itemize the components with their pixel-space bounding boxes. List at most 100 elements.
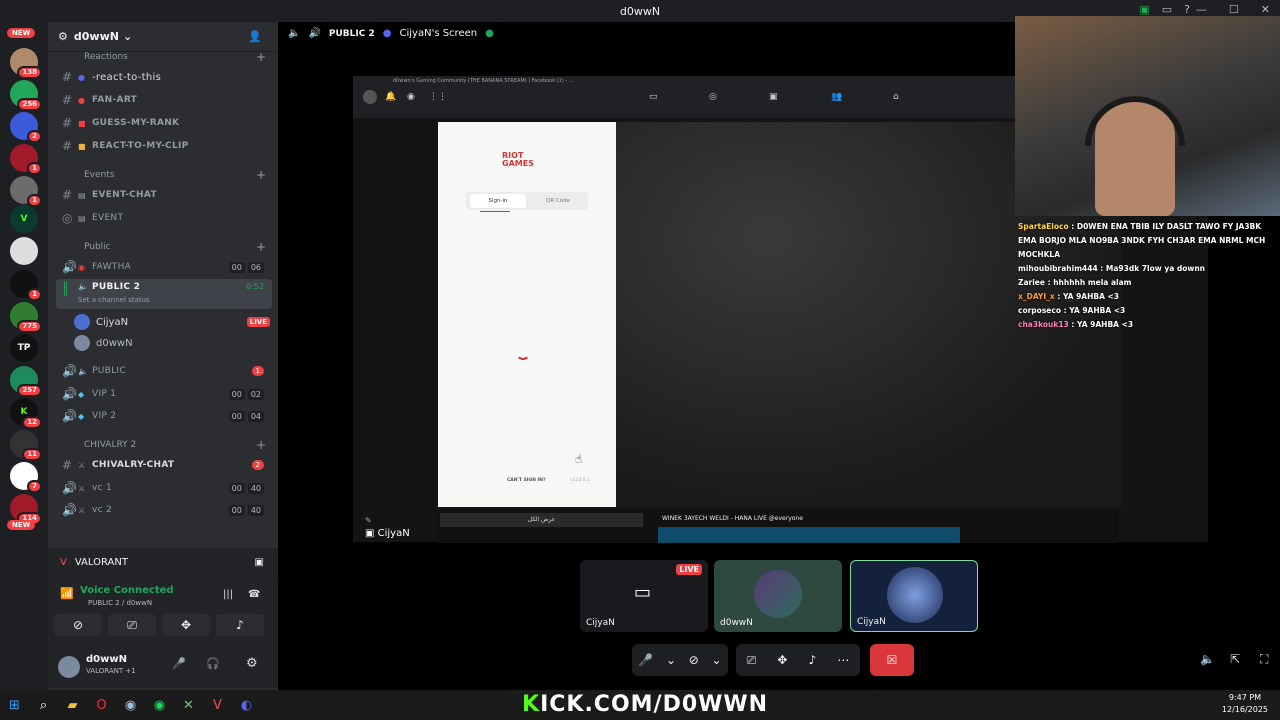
gaming-icon[interactable]: ▭ <box>649 92 658 102</box>
channel-event-chat[interactable]: # ▤ EVENT-CHAT <box>56 185 272 205</box>
disconnect-icon[interactable]: ☎ <box>248 589 260 600</box>
activities-icon[interactable]: ✥ <box>777 653 787 667</box>
inbox-icon[interactable]: ▣ <box>1139 3 1149 16</box>
server-icon[interactable]: 114 <box>10 494 42 525</box>
soundboard-icon[interactable]: ♪ <box>809 653 817 667</box>
channel-chivalry-chat[interactable]: # ⚔ CHIVALRY-CHAT 2 <box>56 455 272 475</box>
chevron-down-icon[interactable]: ⌄ <box>712 653 722 667</box>
channel-react-to-my-clip[interactable]: # ■ REACT-TO-MY-CLIP <box>56 136 272 156</box>
mic-icon[interactable]: 🎤 <box>638 653 653 667</box>
steam-icon[interactable]: ◉ <box>116 690 145 720</box>
see-all-button[interactable]: عرض الكل <box>440 513 643 527</box>
friends-icon[interactable]: 👥 <box>831 92 842 102</box>
search-icon[interactable]: ⌕ <box>29 690 58 720</box>
activity-panel[interactable]: V VALORANT ▣ <box>48 548 278 576</box>
chat-message: cha3kouk13 : YA 9AHBA <3 <box>1018 320 1134 329</box>
voice-user-d0wwn[interactable]: d0wwN <box>74 335 270 351</box>
screen-share-icon[interactable]: ⎚ <box>747 653 757 668</box>
volume-icon[interactable]: 🔈 <box>1200 652 1215 666</box>
server-icon[interactable]: TP <box>10 334 38 362</box>
chevron-down-icon[interactable]: ⌄ <box>666 653 676 667</box>
activity-share-icon[interactable]: ▣ <box>255 557 264 568</box>
participant-tile-d0wwn[interactable]: d0wwN <box>714 560 842 632</box>
category-reactions[interactable]: Reactions + <box>62 50 272 64</box>
category-events[interactable]: Events + <box>62 168 272 182</box>
messenger-icon[interactable]: ◉ <box>407 92 415 102</box>
channel-vip-2[interactable]: 🔊 ◆ VIP 2 00 04 <box>56 406 272 426</box>
marketplace-icon[interactable]: ▣ <box>769 92 778 102</box>
server-icon[interactable]: 2 <box>10 112 42 143</box>
file-explorer-icon[interactable]: ▰ <box>58 690 87 720</box>
voice-user-cijyan[interactable]: CijyaN LIVE <box>74 314 270 330</box>
spotify-icon[interactable]: ◉ <box>145 690 174 720</box>
server-icon[interactable]: 1 <box>10 176 42 207</box>
guild-header[interactable]: ⚙ d0wwN ⌄ 👤 <box>48 22 278 52</box>
avatar[interactable] <box>363 90 377 104</box>
leave-call-button[interactable]: ☒ <box>870 644 914 676</box>
monitor-icon[interactable]: ▭ <box>1162 3 1172 16</box>
participant-tile-cijyan-stream[interactable]: LIVE ▭ CijyaN <box>580 560 708 632</box>
fullscreen-icon[interactable]: ⛶ <box>1260 652 1268 667</box>
minimize-icon[interactable]: — <box>1196 3 1207 16</box>
server-icon[interactable]: 11 <box>10 430 42 461</box>
more-icon[interactable]: ⋯ <box>837 653 849 667</box>
server-icon[interactable]: 775 <box>10 302 42 333</box>
activities-button[interactable]: ✥ <box>162 614 210 636</box>
home-icon[interactable]: ⌂ <box>893 92 899 102</box>
soundboard-button[interactable]: ♪ <box>216 614 264 636</box>
channel-fan-art[interactable]: # ● FAN-ART <box>56 90 272 110</box>
channel-react-to-this[interactable]: # ● -react-to-this <box>56 67 272 87</box>
server-icon[interactable]: 138 <box>10 48 42 79</box>
valorant-server-icon[interactable]: V <box>10 205 38 233</box>
mic-icon[interactable]: 🎤 <box>172 657 186 670</box>
channel-vc-1[interactable]: 🔊 ⚔ vc 1 00 40 <box>56 478 272 498</box>
server-icon[interactable]: 1 <box>10 144 42 175</box>
voice-status[interactable]: Voice Connected <box>80 585 174 596</box>
popout-icon[interactable]: ⇱ <box>1230 652 1240 666</box>
windows-start-icon[interactable]: ⊞ <box>0 690 29 720</box>
opera-icon[interactable]: O <box>87 690 116 720</box>
server-icon[interactable]: K 12 <box>10 398 42 429</box>
add-member-icon[interactable]: 👤 <box>248 30 262 43</box>
groups-icon[interactable]: ◎ <box>709 92 717 102</box>
grid-icon[interactable]: ⋮⋮ <box>429 92 447 102</box>
signal-icon[interactable]: 📶 <box>60 587 74 600</box>
server-icon[interactable]: 256 <box>10 80 42 111</box>
tab-qr-code[interactable]: QR Code <box>530 194 586 208</box>
help-icon[interactable]: ? <box>1184 3 1190 16</box>
close-icon[interactable]: ✕ <box>1261 3 1270 16</box>
edit-icon[interactable]: ✎ <box>365 516 372 525</box>
settings-icon[interactable]: ⚙ <box>246 656 258 671</box>
channel-vc-2[interactable]: 🔊 ⚔ vc 2 00 40 <box>56 500 272 520</box>
bell-icon[interactable]: 🔔 <box>385 92 396 102</box>
valorant-icon[interactable]: V <box>203 690 232 720</box>
channel-fawtha[interactable]: 🔊 ◉ FAWTHA 00 06 <box>56 257 272 277</box>
channel-vip-1[interactable]: 🔊 ◆ VIP 1 00 02 <box>56 384 272 404</box>
avatar[interactable] <box>58 656 80 678</box>
voice-location[interactable]: PUBLIC 2 / d0wwN <box>88 599 152 607</box>
camera-off-button[interactable]: ⊘ <box>54 614 102 636</box>
camera-off-icon[interactable]: ⊘ <box>689 653 699 667</box>
xbox-icon[interactable]: ✕ <box>174 690 203 720</box>
volume-icon[interactable]: 🔊 <box>308 28 320 39</box>
discord-icon[interactable]: ◐ <box>232 690 261 720</box>
maximize-icon[interactable]: ☐ <box>1229 3 1239 16</box>
channel-guess-my-rank[interactable]: # ■ GUESS-MY-RANK <box>56 113 272 133</box>
channel-event[interactable]: ◎ ▤ EVENT <box>56 208 272 228</box>
server-icon[interactable]: 257 <box>10 366 42 397</box>
server-icon[interactable] <box>10 237 38 265</box>
soundboard-wave-icon[interactable]: ||| <box>223 589 233 600</box>
system-clock[interactable]: 9:47 PM 12/16/2025 <box>1222 692 1268 716</box>
category-chivalry[interactable]: CHIVALRY 2 + <box>62 438 272 452</box>
server-icon[interactable]: 7 <box>10 462 42 493</box>
screen-share-button[interactable]: ⎚ <box>108 614 156 636</box>
headset-icon[interactable]: 🎧 <box>206 657 220 670</box>
channel-public-2[interactable]: ║ 🔈 PUBLIC 2 0:52 Set a channel status <box>56 279 272 309</box>
participant-tile-cijyan[interactable]: CijyaN <box>850 560 978 632</box>
tab-signin[interactable]: Sign-in <box>470 194 526 208</box>
channel-public[interactable]: 🔊 🔈 PUBLIC 1 <box>56 361 272 381</box>
server-icon[interactable]: 1 <box>10 270 42 301</box>
speaker-icon[interactable]: 🔈 <box>288 28 300 39</box>
category-public[interactable]: Public + <box>62 240 272 254</box>
cant-sign-in-link[interactable]: CAN'T SIGN IN? <box>507 478 546 483</box>
